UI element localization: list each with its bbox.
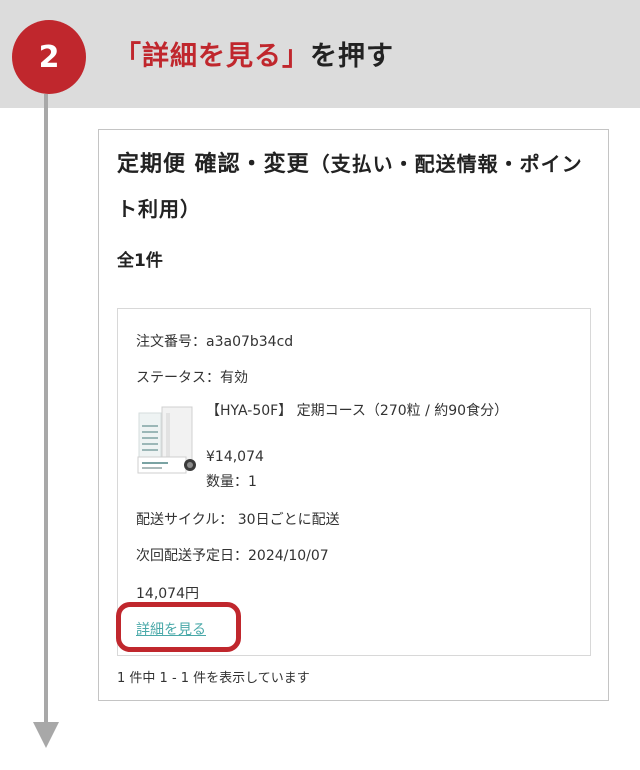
result-count: 全1件 <box>117 251 163 271</box>
order-card: 注文番号：a3a07b34cd ステータス：有効 【HYA-50F】 定期コース… <box>117 308 591 656</box>
delivery-cycle: 配送サイクル： 30日ごとに配送 <box>136 512 340 528</box>
order-total: 14,074円 <box>136 586 199 602</box>
panel-title-main: 定期便 確認・変更 <box>117 152 310 177</box>
flow-arrow-line <box>44 94 48 726</box>
pagination-summary: 1 件中 1 - 1 件を表示しています <box>117 671 310 686</box>
step-title: 「詳細を見る」を押す <box>114 34 394 73</box>
step-title-accent: 「詳細を見る」 <box>114 41 310 72</box>
next-delivery-date: 次回配送予定日：2024/10/07 <box>136 548 329 564</box>
view-details-link[interactable]: 詳細を見る <box>136 619 206 639</box>
order-status: ステータス：有効 <box>136 370 248 386</box>
down-arrow-icon <box>33 722 59 748</box>
panel-title: 定期便 確認・変更（支払い・配送情報・ポイント利用） <box>117 142 587 232</box>
order-number: 注文番号：a3a07b34cd <box>136 334 294 350</box>
product-image-icon <box>136 405 198 477</box>
step-title-rest: を押す <box>310 41 394 72</box>
step-header: 2 「詳細を見る」を押す <box>0 0 640 108</box>
subscription-panel: 定期便 確認・変更（支払い・配送情報・ポイント利用） 全1件 注文番号：a3a0… <box>98 129 609 701</box>
product-name: 【HYA-50F】 定期コース（270粒 / 約90食分） <box>206 403 509 419</box>
product-price: ¥14,074 <box>206 449 264 465</box>
step-number-badge: 2 <box>12 20 86 94</box>
product-quantity: 数量：1 <box>206 474 257 490</box>
